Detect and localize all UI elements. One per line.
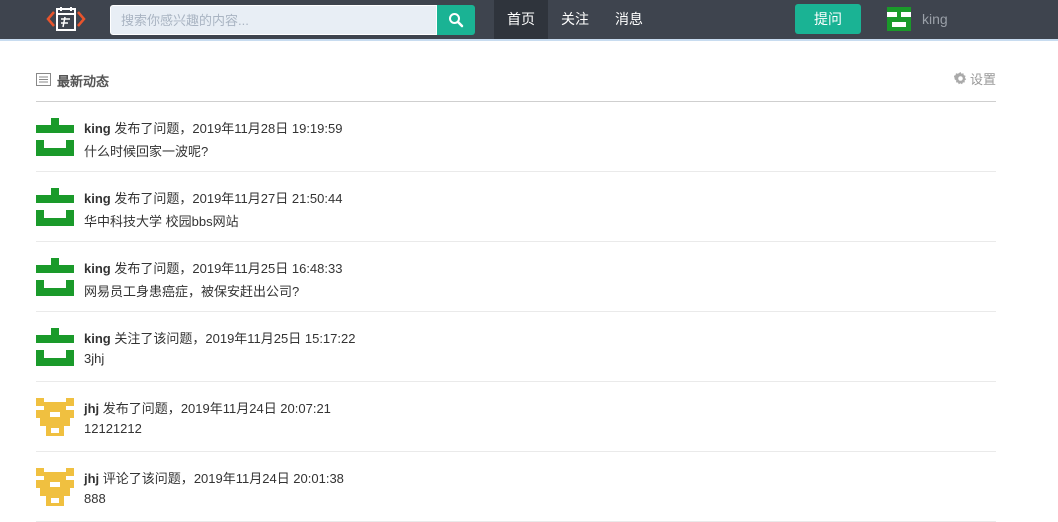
author-avatar[interactable] <box>36 188 74 226</box>
question-title[interactable]: 12121212 <box>84 421 142 436</box>
author-avatar[interactable] <box>36 468 74 506</box>
author-avatar[interactable] <box>36 398 74 436</box>
search-button[interactable] <box>437 5 475 35</box>
question-title[interactable]: 888 <box>84 491 106 506</box>
gear-icon <box>953 72 967 85</box>
ask-question-button[interactable]: 提问 <box>795 4 861 34</box>
timestamp: 2019年11月24日 20:07:21 <box>180 401 331 416</box>
author-name[interactable]: jhj <box>84 471 99 486</box>
feed-meta: king 发布了问题，2019年11月27日 21:50:44 <box>84 188 342 207</box>
feed-item: jhj 发布了问题，2019年11月24日 20:07:21 12121212 <box>36 382 996 452</box>
nav-follow[interactable]: 关注 <box>548 0 602 39</box>
feed-item: king 发布了问题，2019年11月27日 21:50:44 华中科技大学 校… <box>36 172 996 242</box>
author-name[interactable]: king <box>84 121 111 136</box>
feed-meta: jhj 评论了该问题，2019年11月24日 20:01:38 <box>84 468 344 487</box>
feed-list: king 发布了问题，2019年11月28日 19:19:59 什么时候回家一波… <box>36 102 996 522</box>
author-name[interactable]: king <box>84 331 111 346</box>
settings-label: 设置 <box>969 72 996 87</box>
author-avatar[interactable] <box>36 328 74 366</box>
timestamp: 2019年11月24日 20:01:38 <box>193 471 344 486</box>
timestamp: 2019年11月27日 21:50:44 <box>192 191 343 206</box>
author-avatar[interactable] <box>36 118 74 156</box>
timestamp: 2019年11月28日 19:19:59 <box>192 121 343 136</box>
question-title[interactable]: 什么时候回家一波呢? <box>84 141 208 160</box>
action-text: 发布了问题， <box>114 121 193 136</box>
feed-title: 最新动态 <box>57 74 110 89</box>
user-avatar[interactable] <box>887 7 911 31</box>
question-title[interactable]: 网易员工身患癌症，被保安赶出公司? <box>84 281 299 300</box>
action-text: 发布了问题， <box>114 191 193 206</box>
calendar-code-logo[interactable] <box>46 6 86 32</box>
author-avatar[interactable] <box>36 258 74 296</box>
nav-messages[interactable]: 消息 <box>602 0 656 39</box>
list-icon <box>36 73 51 86</box>
feed-item: king 关注了该问题，2019年11月25日 15:17:22 3jhj <box>36 312 996 382</box>
action-text: 发布了问题， <box>114 261 193 276</box>
nav-home[interactable]: 首页 <box>494 0 548 39</box>
action-text: 评论了该问题， <box>102 471 194 486</box>
author-name[interactable]: king <box>84 191 111 206</box>
search-input[interactable] <box>110 5 437 35</box>
action-text: 关注了该问题， <box>114 331 206 346</box>
author-name[interactable]: jhj <box>84 401 99 416</box>
feed-meta: king 发布了问题，2019年11月28日 19:19:59 <box>84 118 342 137</box>
timestamp: 2019年11月25日 15:17:22 <box>205 331 356 346</box>
action-text: 发布了问题， <box>102 401 181 416</box>
feed-meta: king 关注了该问题，2019年11月25日 15:17:22 <box>84 328 355 347</box>
settings-link[interactable]: 设置 <box>953 69 996 88</box>
feed-meta: jhj 发布了问题，2019年11月24日 20:07:21 <box>84 398 331 417</box>
feed-header: 最新动态 设置 <box>36 62 996 102</box>
top-navbar: 首页 关注 消息 提问 king <box>0 0 1058 41</box>
timestamp: 2019年11月25日 16:48:33 <box>192 261 343 276</box>
feed-item: king 发布了问题，2019年11月28日 19:19:59 什么时候回家一波… <box>36 102 996 172</box>
author-name[interactable]: king <box>84 261 111 276</box>
search-icon <box>449 13 464 28</box>
feed-item: jhj 评论了该问题，2019年11月24日 20:01:38 888 <box>36 452 996 522</box>
question-title[interactable]: 华中科技大学 校园bbs网站 <box>84 211 239 230</box>
question-title[interactable]: 3jhj <box>84 351 104 366</box>
feed-meta: king 发布了问题，2019年11月25日 16:48:33 <box>84 258 342 277</box>
feed-item: king 发布了问题，2019年11月25日 16:48:33 网易员工身患癌症… <box>36 242 996 312</box>
user-name[interactable]: king <box>922 0 948 39</box>
